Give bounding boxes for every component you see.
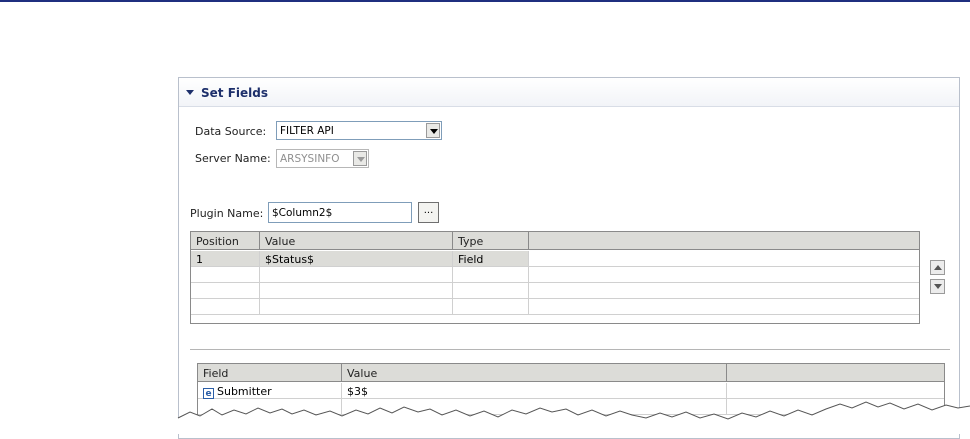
cell-filler <box>529 251 919 267</box>
section-title: Set Fields <box>201 86 268 100</box>
cell-value[interactable]: $Status$ <box>260 251 453 267</box>
data-source-value: FILTER API <box>280 125 334 137</box>
plugin-name-value: $Column2$ <box>272 207 333 219</box>
cell-type[interactable]: Field <box>453 251 529 267</box>
cell-position[interactable]: 1 <box>191 251 260 267</box>
field-name: Submitter <box>217 385 272 398</box>
input-parameters-table[interactable]: Position Value Type 1 $Status$ Field <box>190 231 920 324</box>
section-header[interactable]: Set Fields <box>179 78 959 107</box>
data-source-label: Data Source: <box>195 125 267 138</box>
cell-value[interactable]: $3$ <box>342 383 727 399</box>
cell-filler <box>727 383 944 399</box>
empty-cell <box>529 283 919 299</box>
move-down-arrow-icon[interactable] <box>930 279 945 294</box>
empty-cell[interactable] <box>453 299 529 315</box>
chevron-down-icon <box>353 151 367 166</box>
top-rule <box>0 0 970 2</box>
plugin-name-input[interactable]: $Column2$ <box>268 202 412 223</box>
divider <box>190 349 950 350</box>
empty-cell <box>529 299 919 315</box>
empty-cell[interactable] <box>453 267 529 283</box>
empty-cell[interactable] <box>260 267 453 283</box>
empty-cell[interactable] <box>453 283 529 299</box>
browse-button[interactable]: ... <box>418 202 439 223</box>
empty-cell[interactable] <box>191 267 260 283</box>
empty-cell[interactable] <box>191 283 260 299</box>
empty-cell[interactable] <box>191 299 260 315</box>
collapse-triangle-icon[interactable] <box>186 90 194 95</box>
empty-cell[interactable] <box>260 299 453 315</box>
column-header-value[interactable]: Value <box>342 364 727 382</box>
cell-field[interactable]: e Submitter <box>198 383 342 399</box>
empty-cell[interactable] <box>260 283 453 299</box>
empty-cell <box>529 267 919 283</box>
move-up-arrow-icon[interactable] <box>930 260 945 275</box>
column-header-value[interactable]: Value <box>260 232 453 250</box>
plugin-name-label: Plugin Name: <box>190 207 264 220</box>
server-name-label: Server Name: <box>195 152 271 165</box>
column-header-filler <box>727 364 944 382</box>
data-source-select[interactable]: FILTER API <box>276 121 442 140</box>
server-name-select: ARSYSINFO <box>276 149 369 168</box>
torn-edge <box>0 401 970 434</box>
chevron-down-icon[interactable] <box>426 123 440 138</box>
server-name-value: ARSYSINFO <box>280 153 340 165</box>
column-header-position[interactable]: Position <box>191 232 260 250</box>
column-header-type[interactable]: Type <box>453 232 529 250</box>
column-header-filler <box>529 232 919 250</box>
column-header-field[interactable]: Field <box>198 364 342 382</box>
